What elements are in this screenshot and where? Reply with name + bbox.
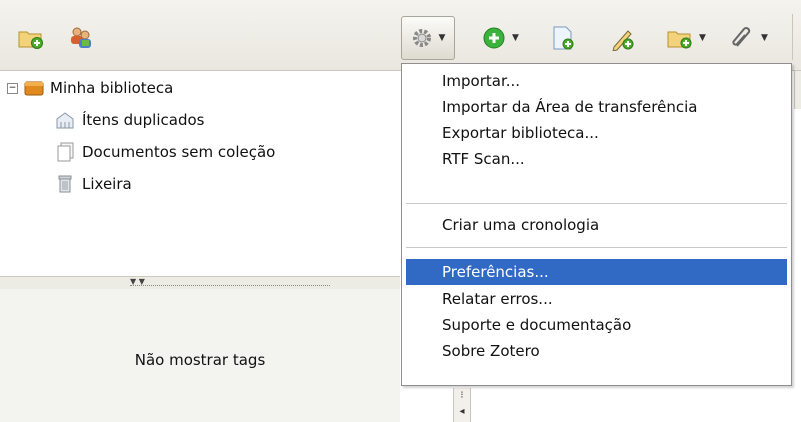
add-by-identifier-button[interactable]: [551, 22, 575, 54]
menu-item-preferences[interactable]: Preferências...: [406, 259, 787, 285]
new-item-button[interactable]: ▼: [478, 22, 523, 54]
attach-button[interactable]: ▼: [663, 22, 710, 54]
paperclip-icon: [732, 27, 751, 47]
menu-item-export-library[interactable]: Exportar biblioteca...: [406, 120, 787, 146]
menu-separator: [406, 203, 787, 205]
tree-row-unfiled[interactable]: Documentos sem coleção: [55, 140, 275, 164]
menu-item-support-docs[interactable]: Suporte e documentação: [406, 312, 787, 338]
menu-item-report-errors[interactable]: Relatar erros...: [406, 286, 787, 312]
tree-row-trash[interactable]: Lixeira: [55, 172, 132, 196]
duplicate-icon: [56, 112, 74, 129]
scrollbar[interactable]: ⁝ ◂: [453, 388, 471, 422]
tree-row-duplicates[interactable]: Ítens duplicados: [55, 108, 204, 132]
library-label: Minha biblioteca: [50, 79, 174, 97]
menu-item-rtf-scan[interactable]: RTF Scan...: [406, 146, 787, 172]
chevron-down-icon: ▼: [761, 33, 768, 43]
menu-item-create-timeline[interactable]: Criar uma cronologia: [406, 212, 787, 238]
menu-item-import[interactable]: Importar...: [406, 68, 787, 94]
new-collection-button[interactable]: [18, 22, 44, 54]
plus-circle-icon: [483, 27, 505, 49]
tree-item-label: Documentos sem coleção: [82, 143, 276, 161]
library-icon: [24, 81, 44, 96]
toolbar-separator: [792, 14, 793, 60]
menu-item-import-clipboard[interactable]: Importar da Área de transferência: [406, 94, 787, 120]
actions-menu-button[interactable]: ▼: [401, 16, 455, 60]
right-edge-strip: [794, 71, 801, 109]
collections-pane: − Minha biblioteca Ítens duplicados Docu…: [0, 71, 400, 276]
pane-splitter[interactable]: ▼ ▼: [0, 276, 400, 290]
tree-item-label: Lixeira: [82, 175, 132, 193]
trash-icon: [58, 175, 72, 193]
splitter-grip[interactable]: ▼ ▼: [130, 278, 330, 286]
collapse-toggle[interactable]: −: [7, 82, 18, 94]
tree-item-label: Ítens duplicados: [82, 111, 205, 129]
tree-row-library[interactable]: − Minha biblioteca: [7, 76, 173, 100]
chevron-down-icon: ▼: [512, 33, 519, 43]
note-pencil-icon: [612, 30, 634, 51]
actions-dropdown-menu: Importar... Importar da Área de transfer…: [401, 63, 792, 386]
new-group-button[interactable]: [68, 22, 94, 54]
toolbar: ▼ ▼ ▼ ▼: [0, 0, 801, 71]
documents-icon: [57, 142, 74, 162]
menu-separator: [406, 247, 787, 249]
group-icon: [71, 27, 91, 48]
tag-selector-pane: Não mostrar tags: [0, 289, 400, 422]
menu-item-about-zotero[interactable]: Sobre Zotero: [406, 338, 787, 364]
gear-icon: [412, 29, 431, 47]
chevron-down-icon: ▼: [438, 33, 446, 43]
attachment-button[interactable]: ▼: [727, 22, 772, 54]
new-note-button[interactable]: [609, 22, 635, 54]
folder-add-icon: [18, 31, 43, 49]
tag-pane-message: Não mostrar tags: [134, 351, 266, 369]
chevron-down-icon: ▼: [699, 33, 706, 43]
page-add-icon: [553, 26, 574, 50]
folder-attach-icon: [667, 31, 692, 49]
